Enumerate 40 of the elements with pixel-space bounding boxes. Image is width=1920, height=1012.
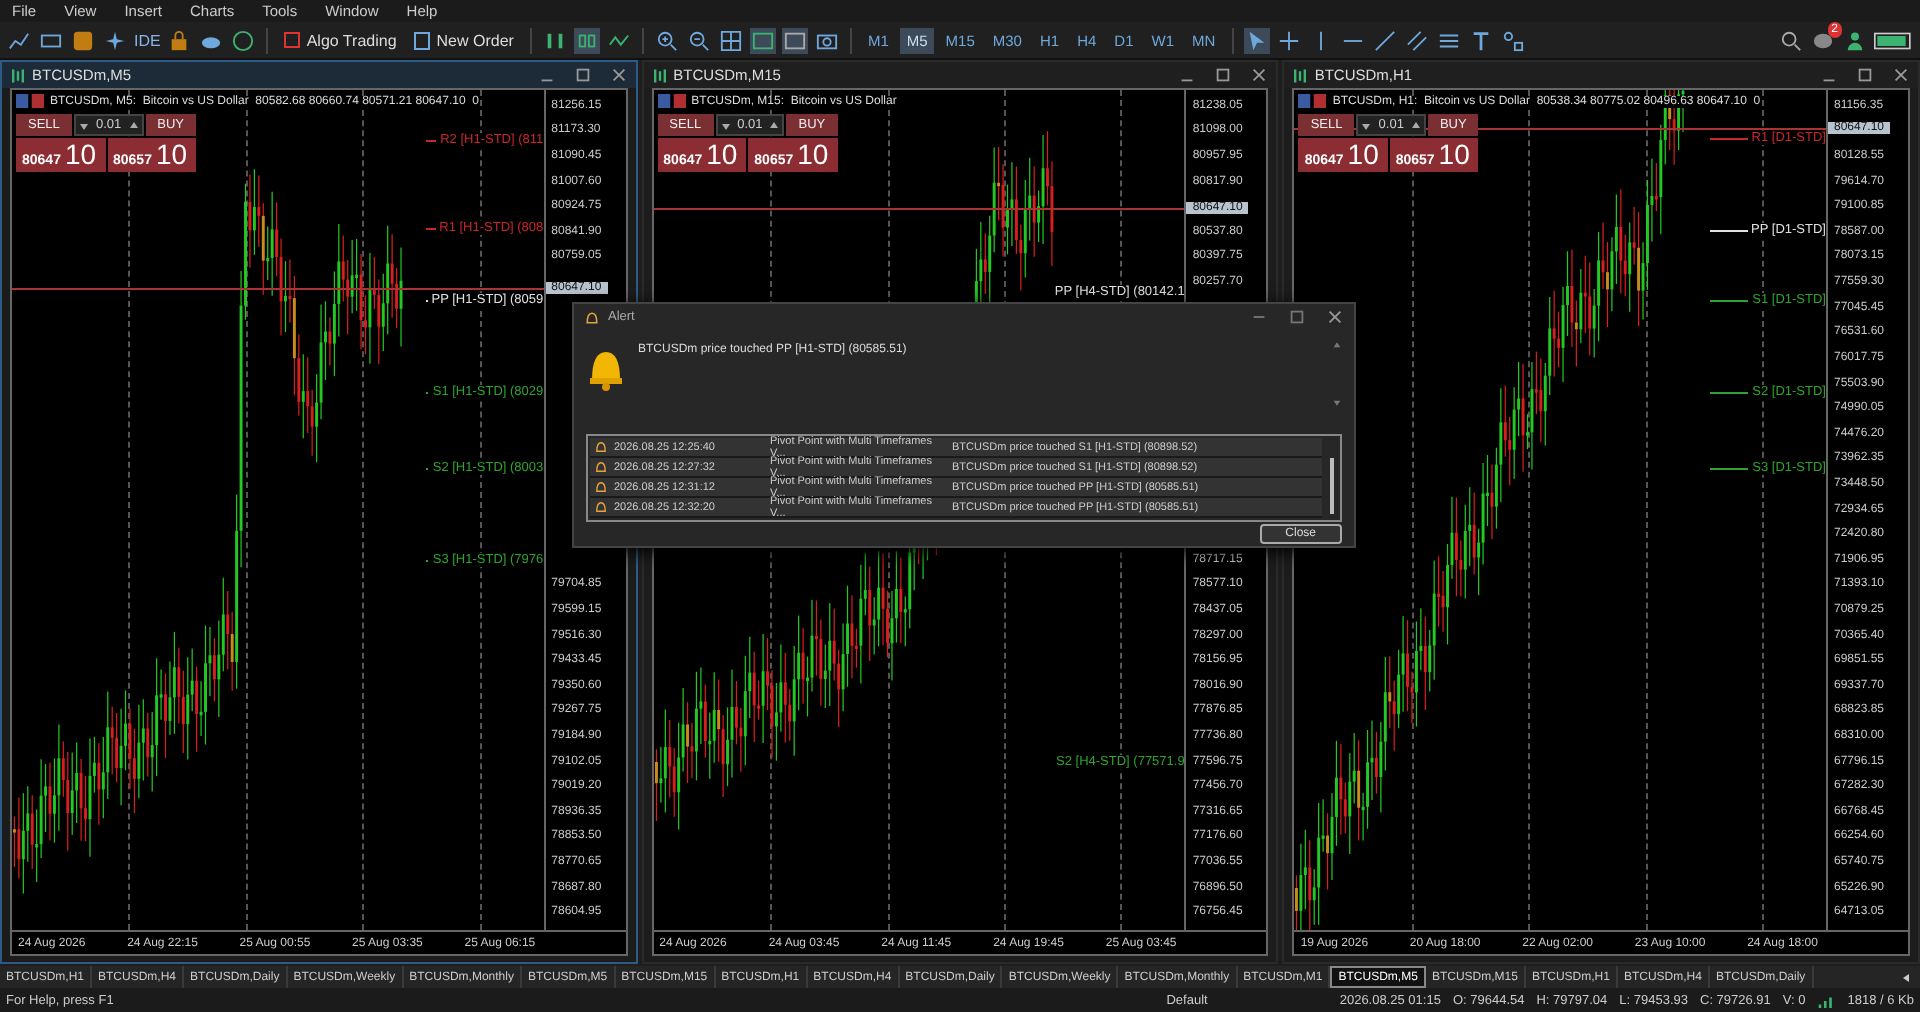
chart-window-icon (651, 67, 668, 83)
increase-icon[interactable] (125, 119, 142, 131)
chart-window-icon (10, 67, 26, 83)
person-icon[interactable] (1842, 27, 1868, 53)
trendline-icon[interactable] (1371, 27, 1398, 53)
grid-icon[interactable] (717, 27, 744, 53)
scroll-left-icon[interactable] (1900, 971, 1912, 983)
ide-button[interactable]: IDE (134, 31, 161, 49)
chart-window-icon (1292, 67, 1309, 83)
cursor-icon[interactable] (1243, 27, 1270, 53)
close-icon[interactable] (1250, 66, 1269, 84)
maximize-icon[interactable] (1214, 66, 1233, 84)
autoscroll-icon[interactable] (749, 27, 776, 53)
maximize-icon[interactable] (1288, 308, 1306, 326)
flag-icon (16, 94, 44, 108)
channel-icon[interactable] (1403, 27, 1430, 53)
increase-icon[interactable] (766, 119, 783, 131)
flag-icon (1298, 94, 1327, 108)
close-icon[interactable] (1891, 66, 1910, 84)
close-icon[interactable] (609, 66, 628, 84)
scrollbar-thumb[interactable] (1330, 458, 1334, 514)
candlestick-icon[interactable] (573, 27, 600, 53)
shapes-icon[interactable] (1499, 27, 1526, 53)
zoom-in-icon[interactable] (653, 27, 680, 53)
new-order-button[interactable]: New Order (408, 31, 520, 49)
bell-icon (584, 309, 600, 325)
maximize-icon[interactable] (573, 66, 592, 84)
flag-icon (657, 94, 686, 108)
maximize-icon[interactable] (1855, 66, 1874, 84)
decrease-icon[interactable] (717, 119, 734, 131)
close-icon[interactable] (1326, 308, 1344, 326)
algo-trading-button[interactable]: Algo Trading (278, 31, 403, 49)
battery-icon (1874, 31, 1914, 49)
crosshair-icon[interactable] (1275, 27, 1302, 53)
search-icon[interactable] (1778, 27, 1804, 53)
line-chart-icon[interactable] (6, 27, 32, 53)
chart-shift-icon[interactable] (781, 27, 808, 53)
signal-icon (1817, 993, 1836, 1007)
zoom-out-icon[interactable] (685, 27, 712, 53)
decrease-icon[interactable] (75, 119, 92, 131)
